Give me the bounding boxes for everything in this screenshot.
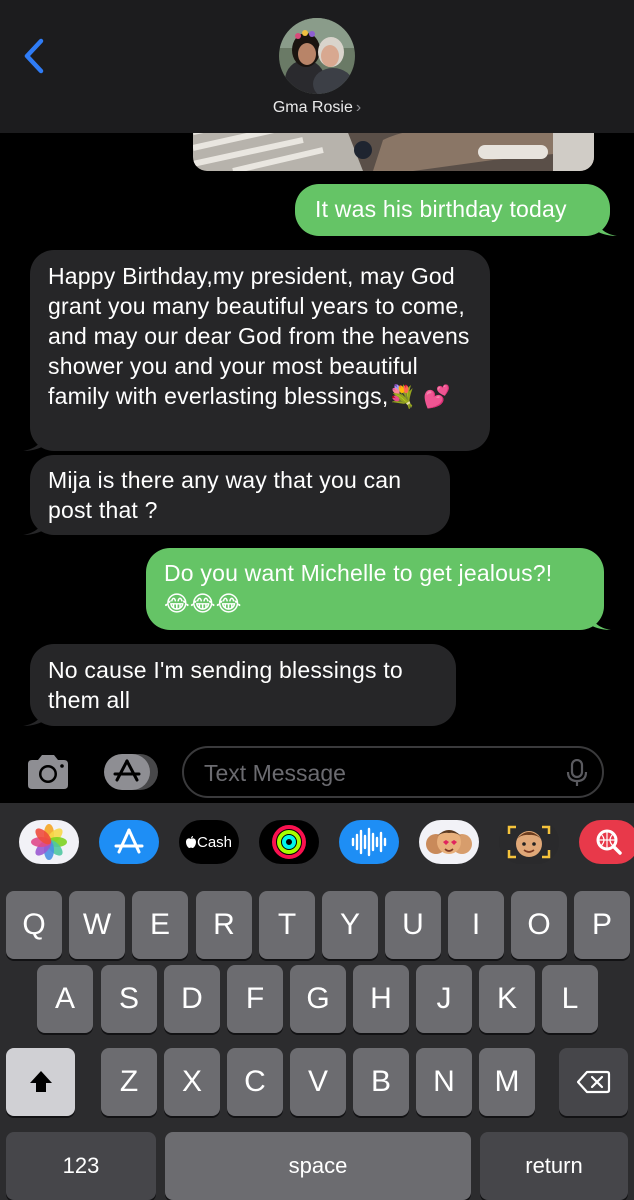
key-d[interactable]: D xyxy=(164,965,220,1033)
apple-cash-icon[interactable]: Cash xyxy=(179,820,239,864)
message-text: It was his birthday today xyxy=(315,196,567,222)
key-h[interactable]: H xyxy=(353,965,409,1033)
memoji-stickers-icon[interactable] xyxy=(419,820,479,864)
shift-key[interactable] xyxy=(6,1048,75,1116)
key-z[interactable]: Z xyxy=(101,1048,157,1116)
app-store-icon[interactable] xyxy=(99,820,159,864)
memoji-icon[interactable] xyxy=(499,820,559,864)
numbers-key[interactable]: 123 xyxy=(6,1132,156,1200)
bubble-tail xyxy=(23,515,45,535)
key-y[interactable]: Y xyxy=(322,891,378,959)
key-c[interactable]: C xyxy=(227,1048,283,1116)
app-store-icon[interactable] xyxy=(102,752,158,792)
key-m[interactable]: M xyxy=(479,1048,535,1116)
key-v[interactable]: V xyxy=(290,1048,346,1116)
message-emoji: 💐 💕 xyxy=(388,385,451,410)
avatar[interactable] xyxy=(279,18,355,94)
key-j[interactable]: J xyxy=(416,965,472,1033)
key-q[interactable]: Q xyxy=(6,891,62,959)
image-search-icon[interactable] xyxy=(579,820,634,864)
activity-icon[interactable] xyxy=(259,820,319,864)
message-input[interactable]: Text Message xyxy=(182,746,604,798)
photos-icon[interactable] xyxy=(19,820,79,864)
audio-message-icon[interactable] xyxy=(339,820,399,864)
space-key[interactable]: space xyxy=(165,1132,471,1200)
key-l[interactable]: L xyxy=(542,965,598,1033)
key-a[interactable]: A xyxy=(37,965,93,1033)
message-input-placeholder: Text Message xyxy=(204,760,346,786)
key-r[interactable]: R xyxy=(196,891,252,959)
message-bubble-outgoing[interactable]: It was his birthday today xyxy=(295,184,617,236)
bubble-tail xyxy=(23,431,45,451)
apple-logo-icon xyxy=(185,836,196,848)
delete-key[interactable] xyxy=(559,1048,628,1116)
key-w[interactable]: W xyxy=(69,891,125,959)
return-key[interactable]: return xyxy=(480,1132,628,1200)
microphone-icon[interactable] xyxy=(566,759,588,787)
key-p[interactable]: P xyxy=(574,891,630,959)
message-text: No cause I'm sending blessings to them a… xyxy=(48,657,403,713)
bubble-tail xyxy=(23,706,45,726)
chevron-right-icon: › xyxy=(355,99,362,116)
key-n[interactable]: N xyxy=(416,1048,472,1116)
chevron-left-icon[interactable] xyxy=(20,36,50,76)
message-bubble-incoming[interactable]: No cause I'm sending blessings to them a… xyxy=(23,644,456,726)
key-b[interactable]: B xyxy=(353,1048,409,1116)
message-emoji: 😂😂😂 xyxy=(164,592,242,617)
key-s[interactable]: S xyxy=(101,965,157,1033)
key-g[interactable]: G xyxy=(290,965,346,1033)
keyboard: Cash Q W E R T Y U I O P A S D F G H J K… xyxy=(0,803,634,1200)
bubble-tail xyxy=(589,610,611,630)
contact-name-button[interactable]: Gma Rosie › xyxy=(0,99,634,117)
key-u[interactable]: U xyxy=(385,891,441,959)
message-bubble-outgoing[interactable]: Do you want Michelle to get jealous?! 😂😂… xyxy=(146,548,611,630)
key-f[interactable]: F xyxy=(227,965,283,1033)
backspace-icon xyxy=(576,1070,610,1094)
camera-icon[interactable] xyxy=(24,752,72,792)
message-text: Mija is there any way that you can post … xyxy=(48,467,402,523)
imessage-app-strip: Cash xyxy=(0,803,634,885)
contact-name: Gma Rosie xyxy=(272,99,353,116)
key-i[interactable]: I xyxy=(448,891,504,959)
conversation-header: Gma Rosie › xyxy=(0,0,634,133)
message-text: Do you want Michelle to get jealous?! xyxy=(164,560,553,586)
key-e[interactable]: E xyxy=(132,891,188,959)
key-k[interactable]: K xyxy=(479,965,535,1033)
bubble-tail xyxy=(595,216,617,236)
message-bubble-incoming[interactable]: Mija is there any way that you can post … xyxy=(23,455,450,535)
apple-cash-label: Cash xyxy=(196,833,233,851)
key-t[interactable]: T xyxy=(259,891,315,959)
shift-arrow-icon xyxy=(29,1071,52,1092)
key-x[interactable]: X xyxy=(164,1048,220,1116)
key-o[interactable]: O xyxy=(511,891,567,959)
message-bubble-incoming[interactable]: Happy Birthday,my president, may God gra… xyxy=(23,250,490,451)
